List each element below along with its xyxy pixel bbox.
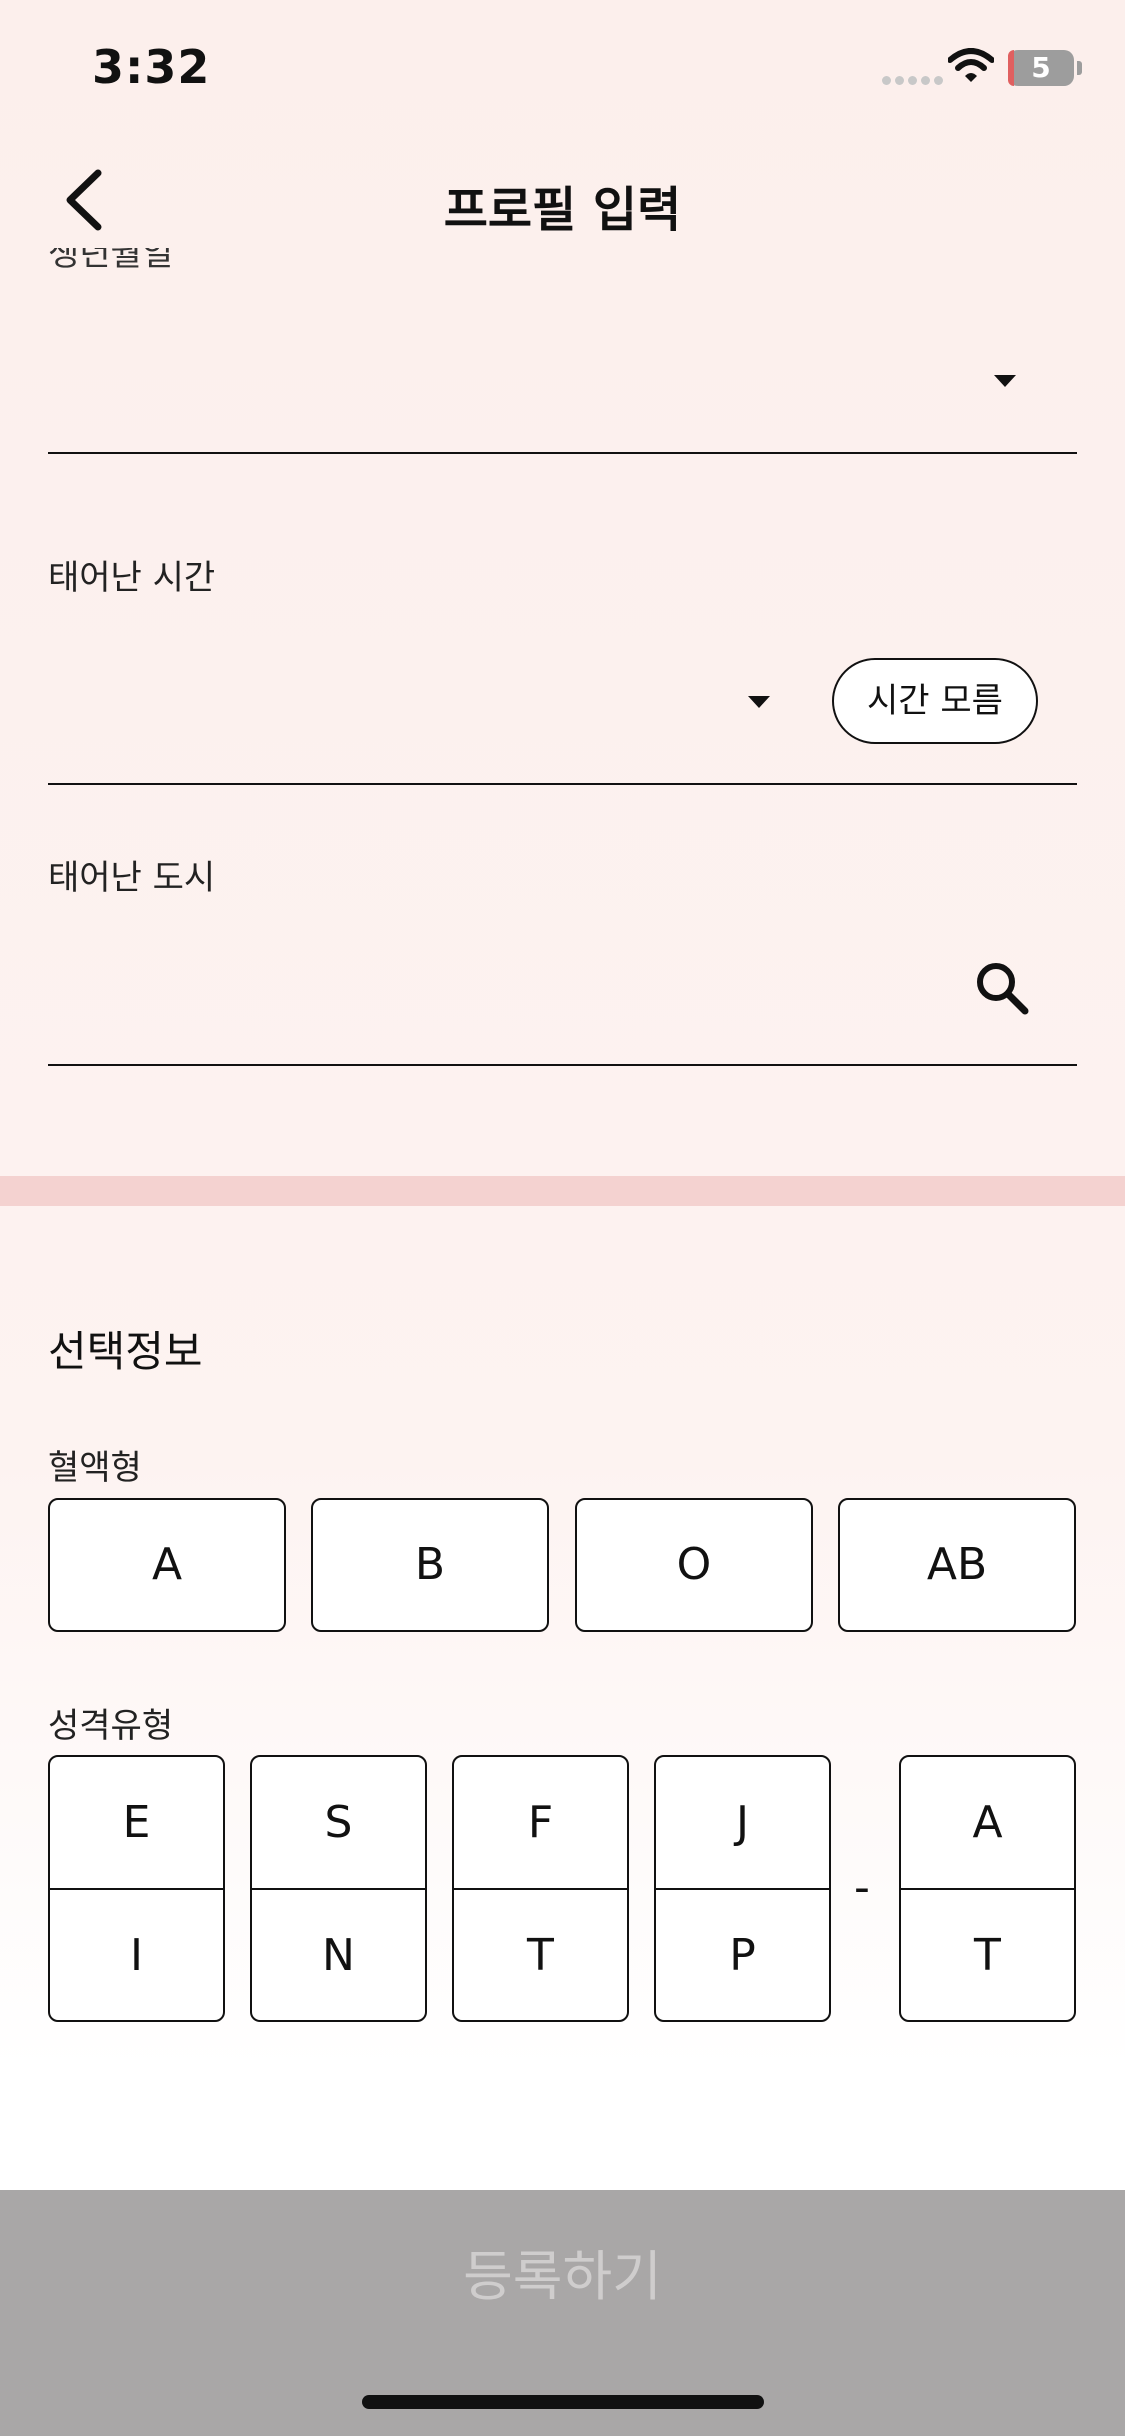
personality-type-label: 성격유형 <box>48 1706 174 1746</box>
mbti-option-a[interactable]: A <box>901 1757 1074 1890</box>
mbti-ei-toggle: E I <box>48 1755 225 2022</box>
mbti-option-t[interactable]: T <box>454 1890 627 2021</box>
battery-low-indicator <box>1008 50 1014 86</box>
mbti-option-i[interactable]: I <box>50 1890 223 2021</box>
mbti-option-n[interactable]: N <box>252 1890 425 2021</box>
mbti-option-t2[interactable]: T <box>901 1890 1074 2021</box>
battery-tip <box>1077 61 1082 75</box>
home-indicator <box>362 2395 764 2409</box>
field-underline <box>48 1064 1077 1066</box>
birth-city-input[interactable] <box>48 920 948 1060</box>
mbti-sn-toggle: S N <box>250 1755 427 2022</box>
status-time: 3:32 <box>92 40 211 94</box>
caret-down-icon <box>994 375 1016 387</box>
mbti-separator: - <box>854 1862 870 1913</box>
time-unknown-button[interactable]: 시간 모름 <box>832 658 1038 744</box>
mbti-option-f[interactable]: F <box>454 1757 627 1890</box>
field-underline <box>48 783 1077 785</box>
field-underline <box>48 452 1077 454</box>
section-divider <box>0 1176 1125 1206</box>
mbti-jp-toggle: J P <box>654 1755 831 2022</box>
page-title: 프로필 입력 <box>443 182 682 238</box>
birth-city-label: 태어난 도시 <box>48 858 216 898</box>
birth-time-dropdown[interactable] <box>48 630 808 780</box>
battery-icon: 5 <box>1008 50 1074 86</box>
mbti-option-s[interactable]: S <box>252 1757 425 1890</box>
mbti-option-p[interactable]: P <box>656 1890 829 2021</box>
blood-type-ab[interactable]: AB <box>838 1498 1076 1632</box>
search-icon[interactable] <box>974 960 1030 1020</box>
birth-time-label: 태어난 시간 <box>48 558 216 598</box>
birth-date-label: 생년월일 <box>48 248 174 274</box>
section-title: 선택정보 <box>48 1327 203 1376</box>
blood-type-o[interactable]: O <box>575 1498 813 1632</box>
blood-type-a[interactable]: A <box>48 1498 286 1632</box>
blood-type-b[interactable]: B <box>311 1498 549 1632</box>
blood-type-label: 혈액형 <box>48 1448 142 1488</box>
birth-date-dropdown[interactable] <box>48 300 1077 450</box>
mbti-option-j[interactable]: J <box>656 1757 829 1890</box>
mbti-option-e[interactable]: E <box>50 1757 223 1890</box>
caret-down-icon <box>748 696 770 708</box>
wifi-icon <box>947 48 995 88</box>
mbti-at-toggle: A T <box>899 1755 1076 2022</box>
signal-icon <box>882 70 947 89</box>
mbti-ft-toggle: F T <box>452 1755 629 2022</box>
